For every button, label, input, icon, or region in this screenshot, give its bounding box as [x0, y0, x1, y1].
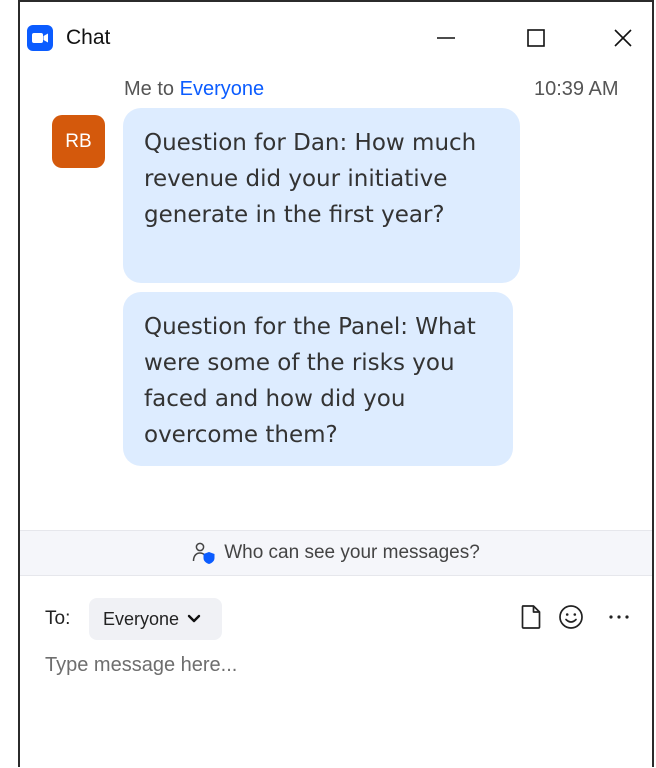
sender-connector: to — [157, 78, 175, 100]
maximize-button[interactable] — [513, 16, 559, 60]
message-input[interactable] — [45, 650, 635, 758]
maximize-icon — [527, 29, 545, 47]
title-bar[interactable]: Chat — [20, 2, 652, 72]
message-bubble[interactable]: Question for Dan: How much revenue did y… — [123, 108, 520, 283]
close-button[interactable] — [600, 16, 646, 60]
minimize-icon — [437, 37, 455, 39]
emoji-icon — [559, 605, 583, 629]
minimize-button[interactable] — [423, 16, 469, 60]
file-icon — [521, 605, 541, 629]
people-shield-icon — [192, 541, 216, 565]
more-icon — [609, 615, 629, 619]
more-options-button[interactable] — [605, 603, 633, 631]
to-label: To: — [45, 608, 71, 629]
sender-name: Me — [124, 78, 152, 100]
zoom-camera-icon — [27, 25, 53, 51]
privacy-notice-button[interactable]: Who can see your messages? — [20, 530, 652, 576]
file-button[interactable] — [517, 603, 545, 631]
recipient-value: Everyone — [103, 608, 180, 629]
window-title: Chat — [66, 26, 111, 49]
recipient-link[interactable]: Everyone — [180, 78, 265, 100]
privacy-label: Who can see your messages? — [224, 542, 480, 563]
avatar[interactable]: RB — [52, 115, 105, 168]
chat-window: Chat Me to Everyone 10:39 AM RB Question… — [18, 0, 654, 767]
message-timestamp: 10:39 AM — [534, 78, 619, 100]
recipient-dropdown[interactable]: Everyone — [89, 598, 222, 640]
emoji-button[interactable] — [557, 603, 585, 631]
message-header: Me to Everyone — [124, 78, 264, 101]
message-bubble[interactable]: Question for the Panel: What were some o… — [123, 292, 513, 466]
chevron-down-icon — [187, 614, 201, 624]
close-icon — [614, 29, 632, 47]
